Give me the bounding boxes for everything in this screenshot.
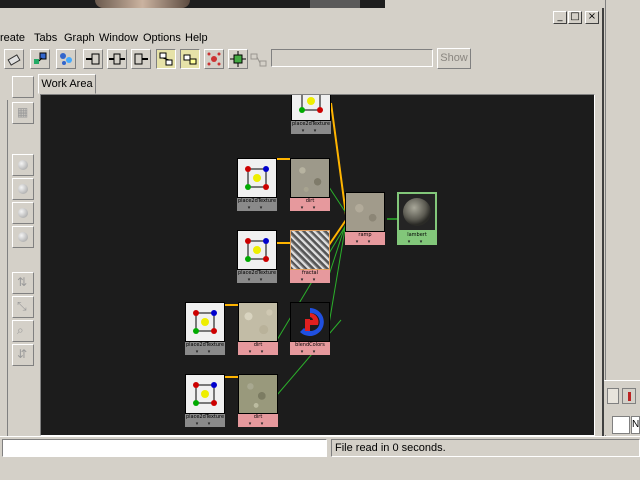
node-label: place2dTexture bbox=[237, 198, 277, 205]
eraser-icon[interactable] bbox=[4, 49, 24, 69]
blend-colors-icon bbox=[290, 302, 330, 342]
node-port-arrows[interactable]: ▾ ▾ bbox=[290, 277, 330, 283]
node-label: dirt bbox=[290, 198, 330, 205]
lambert-material-node[interactable]: lambert ▾ ▾ bbox=[397, 192, 437, 246]
place2d-texture-node[interactable]: place2dTexture ▾ ▾ bbox=[185, 302, 225, 356]
clear-graph-icon[interactable] bbox=[204, 49, 224, 69]
node-label: fractal bbox=[290, 270, 330, 277]
background-field bbox=[612, 416, 630, 434]
node-label: blendColors bbox=[290, 342, 330, 349]
node-label: ramp bbox=[345, 232, 385, 239]
input-output-connections-icon[interactable] bbox=[107, 49, 127, 69]
magnify-icon[interactable]: ⌕ bbox=[12, 320, 34, 342]
disabled-network-icon bbox=[250, 51, 268, 69]
node-port-arrows[interactable]: ▾ ▾ bbox=[397, 239, 437, 245]
place2d-texture-icon bbox=[185, 302, 225, 342]
dirt-texture-swatch bbox=[238, 374, 278, 414]
dirt-texture-swatch bbox=[290, 158, 330, 198]
menu-tabs[interactable]: Tabs bbox=[34, 32, 57, 44]
blend-colors-node[interactable]: blendColors ▾ ▾ bbox=[290, 302, 330, 356]
list-sort-icon[interactable]: ⇵ bbox=[12, 344, 34, 366]
place2d-texture-node[interactable]: place2dTexture ▾ ▾ bbox=[185, 374, 225, 428]
background-photo bbox=[0, 0, 385, 8]
node-port-arrows[interactable]: ▾ ▾ bbox=[238, 349, 278, 355]
close-button[interactable]: × bbox=[585, 11, 599, 24]
connection-fractal-ramp bbox=[328, 219, 347, 246]
place2d-texture-node[interactable]: place2dTexture ▾ ▾ bbox=[237, 158, 277, 212]
background-playback-icon bbox=[622, 388, 636, 404]
command-line-input[interactable] bbox=[2, 439, 327, 457]
toolbar-text-field[interactable] bbox=[271, 49, 433, 67]
node-layout-icon[interactable] bbox=[228, 49, 248, 69]
menu-options[interactable]: Options bbox=[143, 32, 181, 44]
place2d-texture-icon bbox=[237, 158, 277, 198]
graph-network-icon[interactable] bbox=[56, 49, 76, 69]
ramp-swatch bbox=[345, 192, 385, 232]
node-port-arrows[interactable]: ▾ ▾ bbox=[237, 277, 277, 283]
node-label: dirt bbox=[238, 342, 278, 349]
left-shelf: ▦ ⇅ ⤡ ⌕ ⇵ bbox=[0, 74, 38, 438]
sphere-icon[interactable] bbox=[12, 154, 34, 176]
node-label: place2dTexture bbox=[185, 414, 225, 421]
menu-bar: Create Tabs Graph Window Options Help bbox=[0, 29, 602, 47]
dirt-texture-node[interactable]: dirt ▾ ▾ bbox=[290, 158, 330, 212]
node-port-arrows[interactable]: ▾ ▾ bbox=[238, 421, 278, 427]
filter-icon[interactable]: ⤡ bbox=[12, 296, 34, 318]
shading-group-icon[interactable] bbox=[30, 49, 50, 69]
sphere-icon[interactable] bbox=[12, 202, 34, 224]
place2d-texture-node[interactable]: place2dTexture ▾ ▾ bbox=[237, 230, 277, 284]
background-panel-divider bbox=[605, 0, 606, 440]
maximize-button[interactable]: □ bbox=[568, 11, 582, 24]
node-port-arrows[interactable]: ▾ ▾ bbox=[185, 349, 225, 355]
background-field-cut: N bbox=[631, 416, 640, 434]
dirt-texture-swatch bbox=[238, 302, 278, 342]
place2d-texture-icon bbox=[237, 230, 277, 270]
place2d-texture-node[interactable]: place2dTexture ▾ ▾ bbox=[291, 95, 331, 135]
rearrange-graph-icon[interactable] bbox=[156, 49, 176, 69]
node-label: dirt bbox=[238, 414, 278, 421]
place2d-texture-icon bbox=[291, 95, 331, 121]
status-message: File read in 0 seconds. bbox=[331, 439, 640, 457]
place2d-texture-icon bbox=[185, 374, 225, 414]
dirt-texture-node[interactable]: dirt ▾ ▾ bbox=[238, 302, 278, 356]
connection-top-ramp bbox=[330, 102, 347, 216]
work-area-graph[interactable]: place2dTexture ▾ ▾ place2dTexture ▾ ▾ di… bbox=[40, 94, 595, 436]
node-port-arrows[interactable]: ▾ ▾ bbox=[345, 239, 385, 245]
fractal-texture-swatch bbox=[290, 230, 330, 270]
title-bar[interactable]: _ □ × bbox=[0, 8, 602, 26]
node-label: place2dTexture bbox=[291, 121, 331, 128]
background-control bbox=[607, 388, 619, 404]
sphere-icon[interactable] bbox=[12, 178, 34, 200]
sphere-icon[interactable] bbox=[12, 226, 34, 248]
show-button[interactable]: Show bbox=[437, 48, 471, 69]
node-port-arrows[interactable]: ▾ ▾ bbox=[291, 128, 331, 134]
lambert-material-swatch bbox=[397, 192, 437, 232]
node-label: place2dTexture bbox=[185, 342, 225, 349]
hypershade-window: _ □ × Create Tabs Graph Window Options H… bbox=[0, 8, 604, 440]
tab-work-area[interactable]: Work Area bbox=[38, 74, 96, 94]
bottom-panel bbox=[0, 460, 640, 480]
node-label: lambert bbox=[397, 232, 437, 239]
graph-materials-icon[interactable] bbox=[180, 49, 200, 69]
node-label: place2dTexture bbox=[237, 270, 277, 277]
menu-create[interactable]: Create bbox=[0, 32, 25, 44]
shelf-button[interactable] bbox=[12, 76, 34, 98]
node-port-arrows[interactable]: ▾ ▾ bbox=[290, 205, 330, 211]
dirt-texture-node[interactable]: dirt ▾ ▾ bbox=[238, 374, 278, 428]
fractal-texture-node[interactable]: fractal ▾ ▾ bbox=[290, 230, 330, 284]
grid-icon[interactable]: ▦ bbox=[12, 102, 34, 124]
node-port-arrows[interactable]: ▾ ▾ bbox=[237, 205, 277, 211]
menu-graph[interactable]: Graph bbox=[64, 32, 95, 44]
output-connections-icon[interactable] bbox=[131, 49, 151, 69]
node-port-arrows[interactable]: ▾ ▾ bbox=[290, 349, 330, 355]
node-port-arrows[interactable]: ▾ ▾ bbox=[185, 421, 225, 427]
ramp-node[interactable]: ramp ▾ ▾ bbox=[345, 192, 385, 246]
sort-icon[interactable]: ⇅ bbox=[12, 272, 34, 294]
menu-window[interactable]: Window bbox=[99, 32, 138, 44]
menu-help[interactable]: Help bbox=[185, 32, 208, 44]
input-connections-icon[interactable] bbox=[83, 49, 103, 69]
minimize-button[interactable]: _ bbox=[553, 11, 567, 24]
